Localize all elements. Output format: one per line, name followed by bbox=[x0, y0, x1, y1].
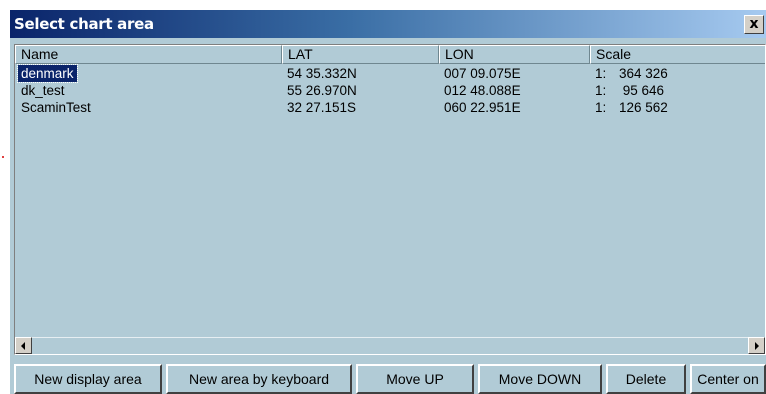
center-on-button[interactable]: Center on bbox=[690, 364, 766, 394]
list-row[interactable]: denmark 54 35.332N 007 09.075E 1: 364 32… bbox=[15, 64, 765, 83]
list-header: Name LAT LON Scale bbox=[15, 45, 765, 65]
list-row[interactable]: ScaminTest 32 27.151S 060 22.951E 1: 126… bbox=[15, 99, 765, 116]
scroll-track[interactable] bbox=[32, 337, 748, 354]
row-name: denmark bbox=[17, 64, 78, 83]
title-bar[interactable]: Select chart area x bbox=[10, 10, 766, 38]
row-lon: 060 22.951E bbox=[444, 100, 521, 115]
delete-button[interactable]: Delete bbox=[606, 364, 686, 394]
new-area-by-keyboard-button[interactable]: New area by keyboard bbox=[166, 364, 352, 394]
row-scale: 126 562 bbox=[619, 100, 668, 115]
move-down-button[interactable]: Move DOWN bbox=[478, 364, 602, 394]
row-scale-prefix: 1: bbox=[595, 83, 607, 98]
column-header-scale[interactable]: Scale bbox=[590, 45, 765, 64]
row-scale: 364 326 bbox=[619, 66, 668, 81]
scroll-right-button[interactable] bbox=[748, 337, 765, 354]
row-lat: 55 26.970N bbox=[287, 83, 357, 98]
column-header-lat[interactable]: LAT bbox=[282, 45, 439, 64]
move-up-button[interactable]: Move UP bbox=[356, 364, 474, 394]
dialog-title: Select chart area bbox=[14, 15, 154, 33]
stray-mark bbox=[2, 156, 4, 158]
row-lon: 012 48.088E bbox=[444, 83, 521, 98]
column-header-lon[interactable]: LON bbox=[439, 45, 590, 64]
row-lat: 32 27.151S bbox=[287, 100, 357, 115]
chart-area-list[interactable]: Name LAT LON Scale denmark 54 35.332N 00… bbox=[14, 44, 766, 355]
list-row[interactable]: dk_test 55 26.970N 012 48.088E 1: 95 646 bbox=[15, 82, 765, 99]
close-icon: x bbox=[749, 16, 759, 32]
button-bar: New display area New area by keyboard Mo… bbox=[14, 364, 766, 394]
select-chart-area-dialog: Select chart area x Name LAT LON Scale d… bbox=[8, 8, 766, 394]
close-button[interactable]: x bbox=[744, 15, 764, 34]
scroll-left-button[interactable] bbox=[15, 337, 32, 354]
new-display-area-button[interactable]: New display area bbox=[14, 364, 162, 394]
horizontal-scrollbar[interactable] bbox=[15, 337, 765, 354]
row-name: dk_test bbox=[21, 83, 65, 98]
row-lon: 007 09.075E bbox=[444, 66, 521, 81]
arrow-right-icon bbox=[755, 342, 759, 350]
row-name: ScaminTest bbox=[21, 100, 91, 115]
row-lat: 54 35.332N bbox=[287, 66, 357, 81]
arrow-left-icon bbox=[21, 342, 25, 350]
column-header-name[interactable]: Name bbox=[15, 45, 282, 64]
row-scale-prefix: 1: bbox=[595, 100, 607, 115]
row-scale-prefix: 1: bbox=[595, 66, 607, 81]
row-scale: 95 646 bbox=[619, 83, 665, 98]
